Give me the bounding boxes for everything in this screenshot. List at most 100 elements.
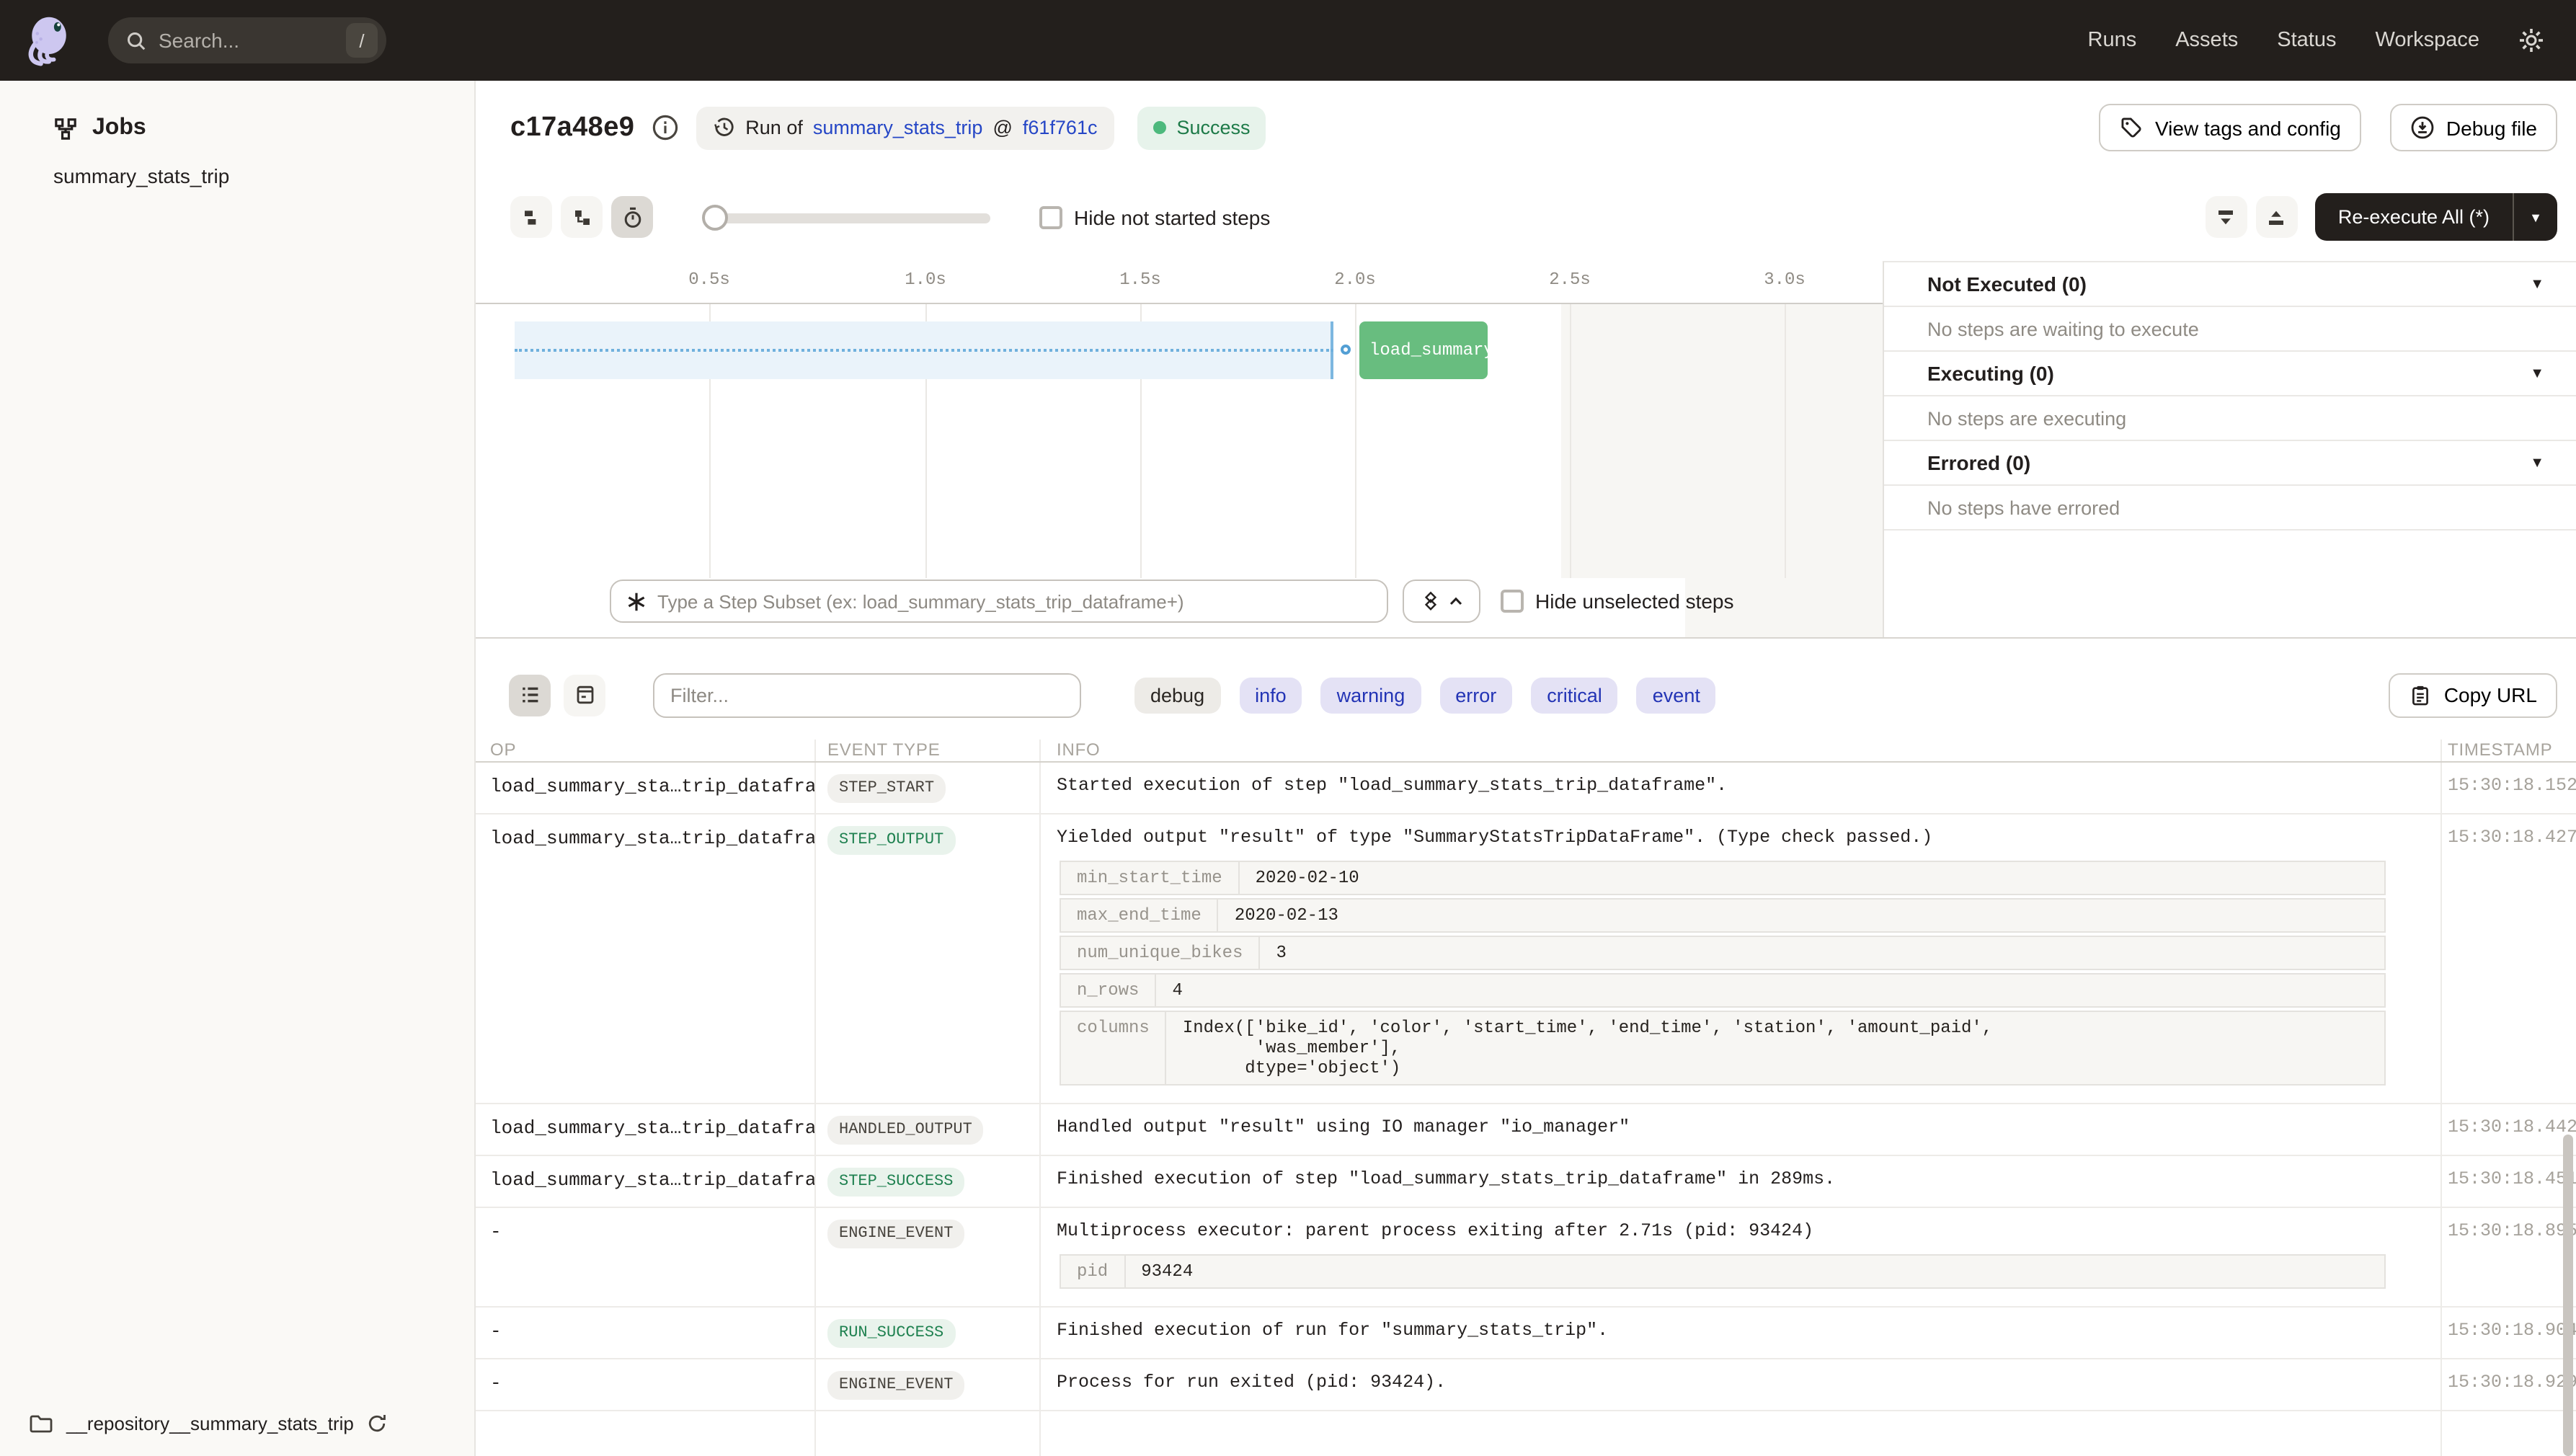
log-scrollbar-thumb[interactable] (2563, 1135, 2573, 1456)
log-filter-input[interactable] (670, 684, 1064, 706)
settings-gear-icon[interactable] (2518, 27, 2544, 53)
gantt-step-bar[interactable]: load_summary_ (1359, 321, 1488, 379)
history-clock-icon (714, 117, 735, 138)
event-type-badge: ENGINE_EVENT (827, 1219, 964, 1248)
global-search[interactable]: / (108, 17, 386, 63)
step-subset-input[interactable] (657, 590, 1372, 612)
diamond-stack-icon (1420, 590, 1442, 613)
log-level-debug[interactable]: debug (1134, 677, 1220, 713)
column-header-info: INFO (1041, 740, 2442, 760)
log-table-empty-space (476, 1411, 2576, 1456)
metadata-row: num_unique_bikes3 (1060, 935, 2386, 969)
reexecute-all-label[interactable]: Re-execute All (*) (2315, 193, 2513, 241)
log-level-info[interactable]: info (1239, 677, 1302, 713)
event-type-badge: ENGINE_EVENT (827, 1370, 964, 1399)
gantt-tick-label: 2.0s (1334, 270, 1376, 290)
metadata-key: min_start_time (1061, 861, 1240, 893)
log-table-row[interactable]: -RUN_SUCCESSFinished execution of run fo… (476, 1307, 2576, 1359)
status-section-header[interactable]: Errored (0)▼ (1884, 441, 2576, 486)
job-link[interactable]: summary_stats_trip (813, 117, 983, 138)
gantt-waterfall-view-button[interactable] (561, 196, 603, 238)
gantt-dependency-dotted-line (515, 349, 1333, 352)
collapse-panel-down-button[interactable] (2206, 196, 2247, 238)
info-text: Finished execution of step "load_summary… (1057, 1168, 2415, 1189)
copy-url-button[interactable]: Copy URL (2389, 672, 2557, 717)
log-level-error[interactable]: error (1439, 677, 1512, 713)
event-type-badge: HANDLED_OUTPUT (827, 1115, 984, 1144)
info-text: Started execution of step "load_summary_… (1057, 775, 2415, 795)
status-section-header[interactable]: Not Executed (0)▼ (1884, 262, 2576, 307)
metadata-row: n_rows4 (1060, 972, 2386, 1007)
op-cell: load_summary_sta…trip_dataframe (476, 1104, 816, 1154)
tag-icon (2119, 115, 2144, 140)
slider-thumb[interactable] (702, 204, 728, 230)
sidebar-item-summary-stats-trip[interactable]: summary_stats_trip (53, 164, 474, 187)
gantt-gridline (1355, 304, 1356, 578)
gantt-dependency-marker (1341, 345, 1351, 355)
log-structured-view-button[interactable] (564, 674, 605, 716)
jobs-icon (53, 116, 78, 141)
search-input[interactable] (159, 29, 346, 52)
run-info-icon[interactable] (652, 114, 679, 141)
status-section-header[interactable]: Executing (0)▼ (1884, 352, 2576, 396)
log-table-row[interactable]: load_summary_sta…trip_dataframeSTEP_SUCC… (476, 1155, 2576, 1207)
graph-query-toggle-button[interactable] (1403, 580, 1480, 623)
debug-file-button[interactable]: Debug file (2390, 104, 2557, 151)
hide-not-started-checkbox[interactable]: Hide not started steps (1039, 205, 1270, 228)
log-list-view-button[interactable] (509, 674, 551, 716)
gantt-timed-view-button[interactable] (611, 196, 653, 238)
log-table-row[interactable]: load_summary_sta…trip_dataframeSTEP_STAR… (476, 762, 2576, 814)
info-cell: Process for run exited (pid: 93424). (1041, 1359, 2442, 1409)
reload-repository-icon[interactable] (367, 1413, 388, 1434)
status-section-title: Executing (0) (1927, 362, 2054, 385)
op-selector-icon (626, 590, 647, 612)
checkbox-box[interactable] (1501, 590, 1524, 613)
log-level-warning[interactable]: warning (1321, 677, 1421, 713)
repository-row[interactable]: __repository__summary_stats_trip (29, 1413, 388, 1434)
search-icon (125, 30, 147, 51)
log-table-row[interactable]: load_summary_sta…trip_dataframeSTEP_OUTP… (476, 814, 2576, 1104)
event-type-cell: STEP_START (816, 762, 1041, 812)
timestamp-cell: 15:30:18.442 (2442, 1104, 2576, 1154)
debug-file-label: Debug file (2446, 116, 2537, 139)
event-type-cell: STEP_SUCCESS (816, 1155, 1041, 1206)
metadata-row: pid93424 (1060, 1253, 2386, 1288)
slider-track[interactable] (708, 213, 990, 223)
log-table-row[interactable]: -ENGINE_EVENTProcess for run exited (pid… (476, 1359, 2576, 1411)
nav-link-status[interactable]: Status (2277, 29, 2336, 52)
status-section-title: Not Executed (0) (1927, 272, 2087, 296)
info-cell: Finished execution of run for "summary_s… (1041, 1307, 2442, 1357)
metadata-key: n_rows (1061, 974, 1156, 1006)
copy-url-label: Copy URL (2444, 683, 2537, 706)
gantt-flat-view-button[interactable] (510, 196, 552, 238)
dagster-logo-icon[interactable] (22, 13, 76, 68)
snapshot-link[interactable]: f61f761c (1023, 117, 1098, 138)
metadata-row: max_end_time2020-02-13 (1060, 897, 2386, 932)
reexecute-dropdown-caret[interactable]: ▼ (2514, 193, 2557, 241)
gantt-zoom-slider[interactable] (708, 204, 990, 230)
timestamp-cell: 15:30:18.152 (2442, 762, 2576, 812)
gantt-after-run-region (1561, 304, 1883, 578)
log-level-event[interactable]: event (1637, 677, 1716, 713)
nav-link-workspace[interactable]: Workspace (2375, 29, 2479, 52)
expand-panel-up-button[interactable] (2256, 196, 2298, 238)
panel-down-icon (2215, 205, 2238, 228)
log-level-critical[interactable]: critical (1531, 677, 1618, 713)
reexecute-all-button[interactable]: Re-execute All (*) ▼ (2315, 193, 2557, 241)
clipboard-icon (2410, 683, 2433, 707)
step-subset-field[interactable] (610, 580, 1388, 623)
hide-unselected-checkbox[interactable]: Hide unselected steps (1501, 590, 1734, 613)
chevron-up-icon (1449, 595, 1463, 607)
checkbox-box[interactable] (1039, 205, 1062, 228)
folder-icon (29, 1413, 53, 1434)
metadata-key: columns (1061, 1011, 1167, 1083)
metadata-table: min_start_time2020-02-10max_end_time2020… (1060, 860, 2386, 1085)
log-table-row[interactable]: -ENGINE_EVENTMultiprocess executor: pare… (476, 1207, 2576, 1307)
sidebar-header: Jobs (53, 115, 474, 141)
log-filter-field[interactable] (653, 672, 1081, 717)
view-tags-config-button[interactable]: View tags and config (2099, 104, 2361, 151)
info-cell: Yielded output "result" of type "Summary… (1041, 814, 2442, 1102)
nav-link-runs[interactable]: Runs (2088, 29, 2137, 52)
log-table-row[interactable]: load_summary_sta…trip_dataframe HANDLED_O… (476, 1104, 2576, 1155)
nav-link-assets[interactable]: Assets (2175, 29, 2238, 52)
